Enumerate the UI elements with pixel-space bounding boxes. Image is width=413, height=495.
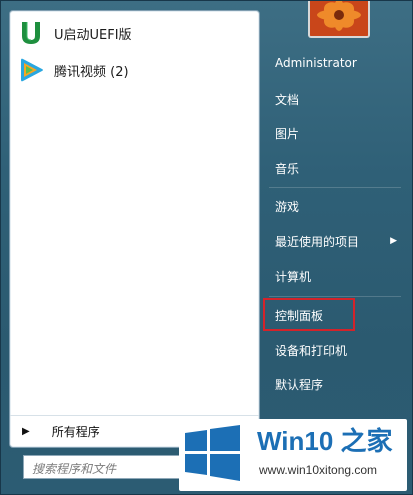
menu-item-computer[interactable]: 计算机 <box>267 260 407 292</box>
uqidong-u-icon <box>16 18 46 48</box>
watermark-title: Win10 之家 <box>257 426 393 456</box>
menu-item-label: 音乐 <box>275 161 300 176</box>
menu-item-pictures[interactable]: 图片 <box>267 117 407 149</box>
program-label: 腾讯视频 (2) <box>54 64 129 80</box>
program-item-uqidong[interactable]: U启动UEFI版 <box>16 17 252 49</box>
menu-item-devices-printers[interactable]: 设备和打印机 <box>267 334 407 366</box>
win10-watermark: Win10 之家 www.win10xitong.com <box>179 419 407 491</box>
menu-item-label: 图片 <box>275 126 300 141</box>
menu-item-default-programs[interactable]: 默认程序 <box>267 368 407 400</box>
menu-separator <box>269 187 401 188</box>
program-label: U启动UEFI版 <box>54 27 132 43</box>
right-triangle-icon: ▶ <box>22 425 30 437</box>
program-item-tencent-video[interactable]: 腾讯视频 (2) <box>16 54 252 86</box>
submenu-arrow-icon: ▶ <box>390 236 397 246</box>
watermark-url: www.win10xitong.com <box>259 463 378 477</box>
windows-logo-icon <box>185 425 240 481</box>
menu-item-label: Administrator <box>275 56 357 70</box>
menu-item-label: 游戏 <box>275 199 300 214</box>
menu-item-games[interactable]: 游戏 <box>267 190 407 222</box>
menu-item-label: 文档 <box>275 92 300 107</box>
start-menu: U启动UEFI版 腾讯视频 (2) ▶ 所有程序 搜索程序和文件 Adminis… <box>0 0 413 495</box>
menu-item-administrator[interactable]: Administrator <box>267 47 407 79</box>
all-programs-label: 所有程序 <box>51 424 100 439</box>
highlight-annotation-box <box>263 298 355 331</box>
menu-item-music[interactable]: 音乐 <box>267 152 407 184</box>
programs-pane: U启动UEFI版 腾讯视频 (2) ▶ 所有程序 <box>9 10 260 448</box>
menu-item-recent-items[interactable]: 最近使用的项目 ▶ <box>267 225 407 257</box>
user-avatar[interactable] <box>308 1 370 38</box>
menu-item-label: 最近使用的项目 <box>275 234 360 249</box>
tencent-video-icon <box>16 55 46 85</box>
search-placeholder: 搜索程序和文件 <box>32 462 117 476</box>
flower-picture-icon <box>310 1 368 36</box>
menu-item-documents[interactable]: 文档 <box>267 83 407 115</box>
menu-item-label: 计算机 <box>275 269 312 284</box>
menu-item-label: 设备和打印机 <box>275 343 348 358</box>
menu-separator <box>269 296 401 297</box>
menu-item-label: 默认程序 <box>275 377 324 392</box>
